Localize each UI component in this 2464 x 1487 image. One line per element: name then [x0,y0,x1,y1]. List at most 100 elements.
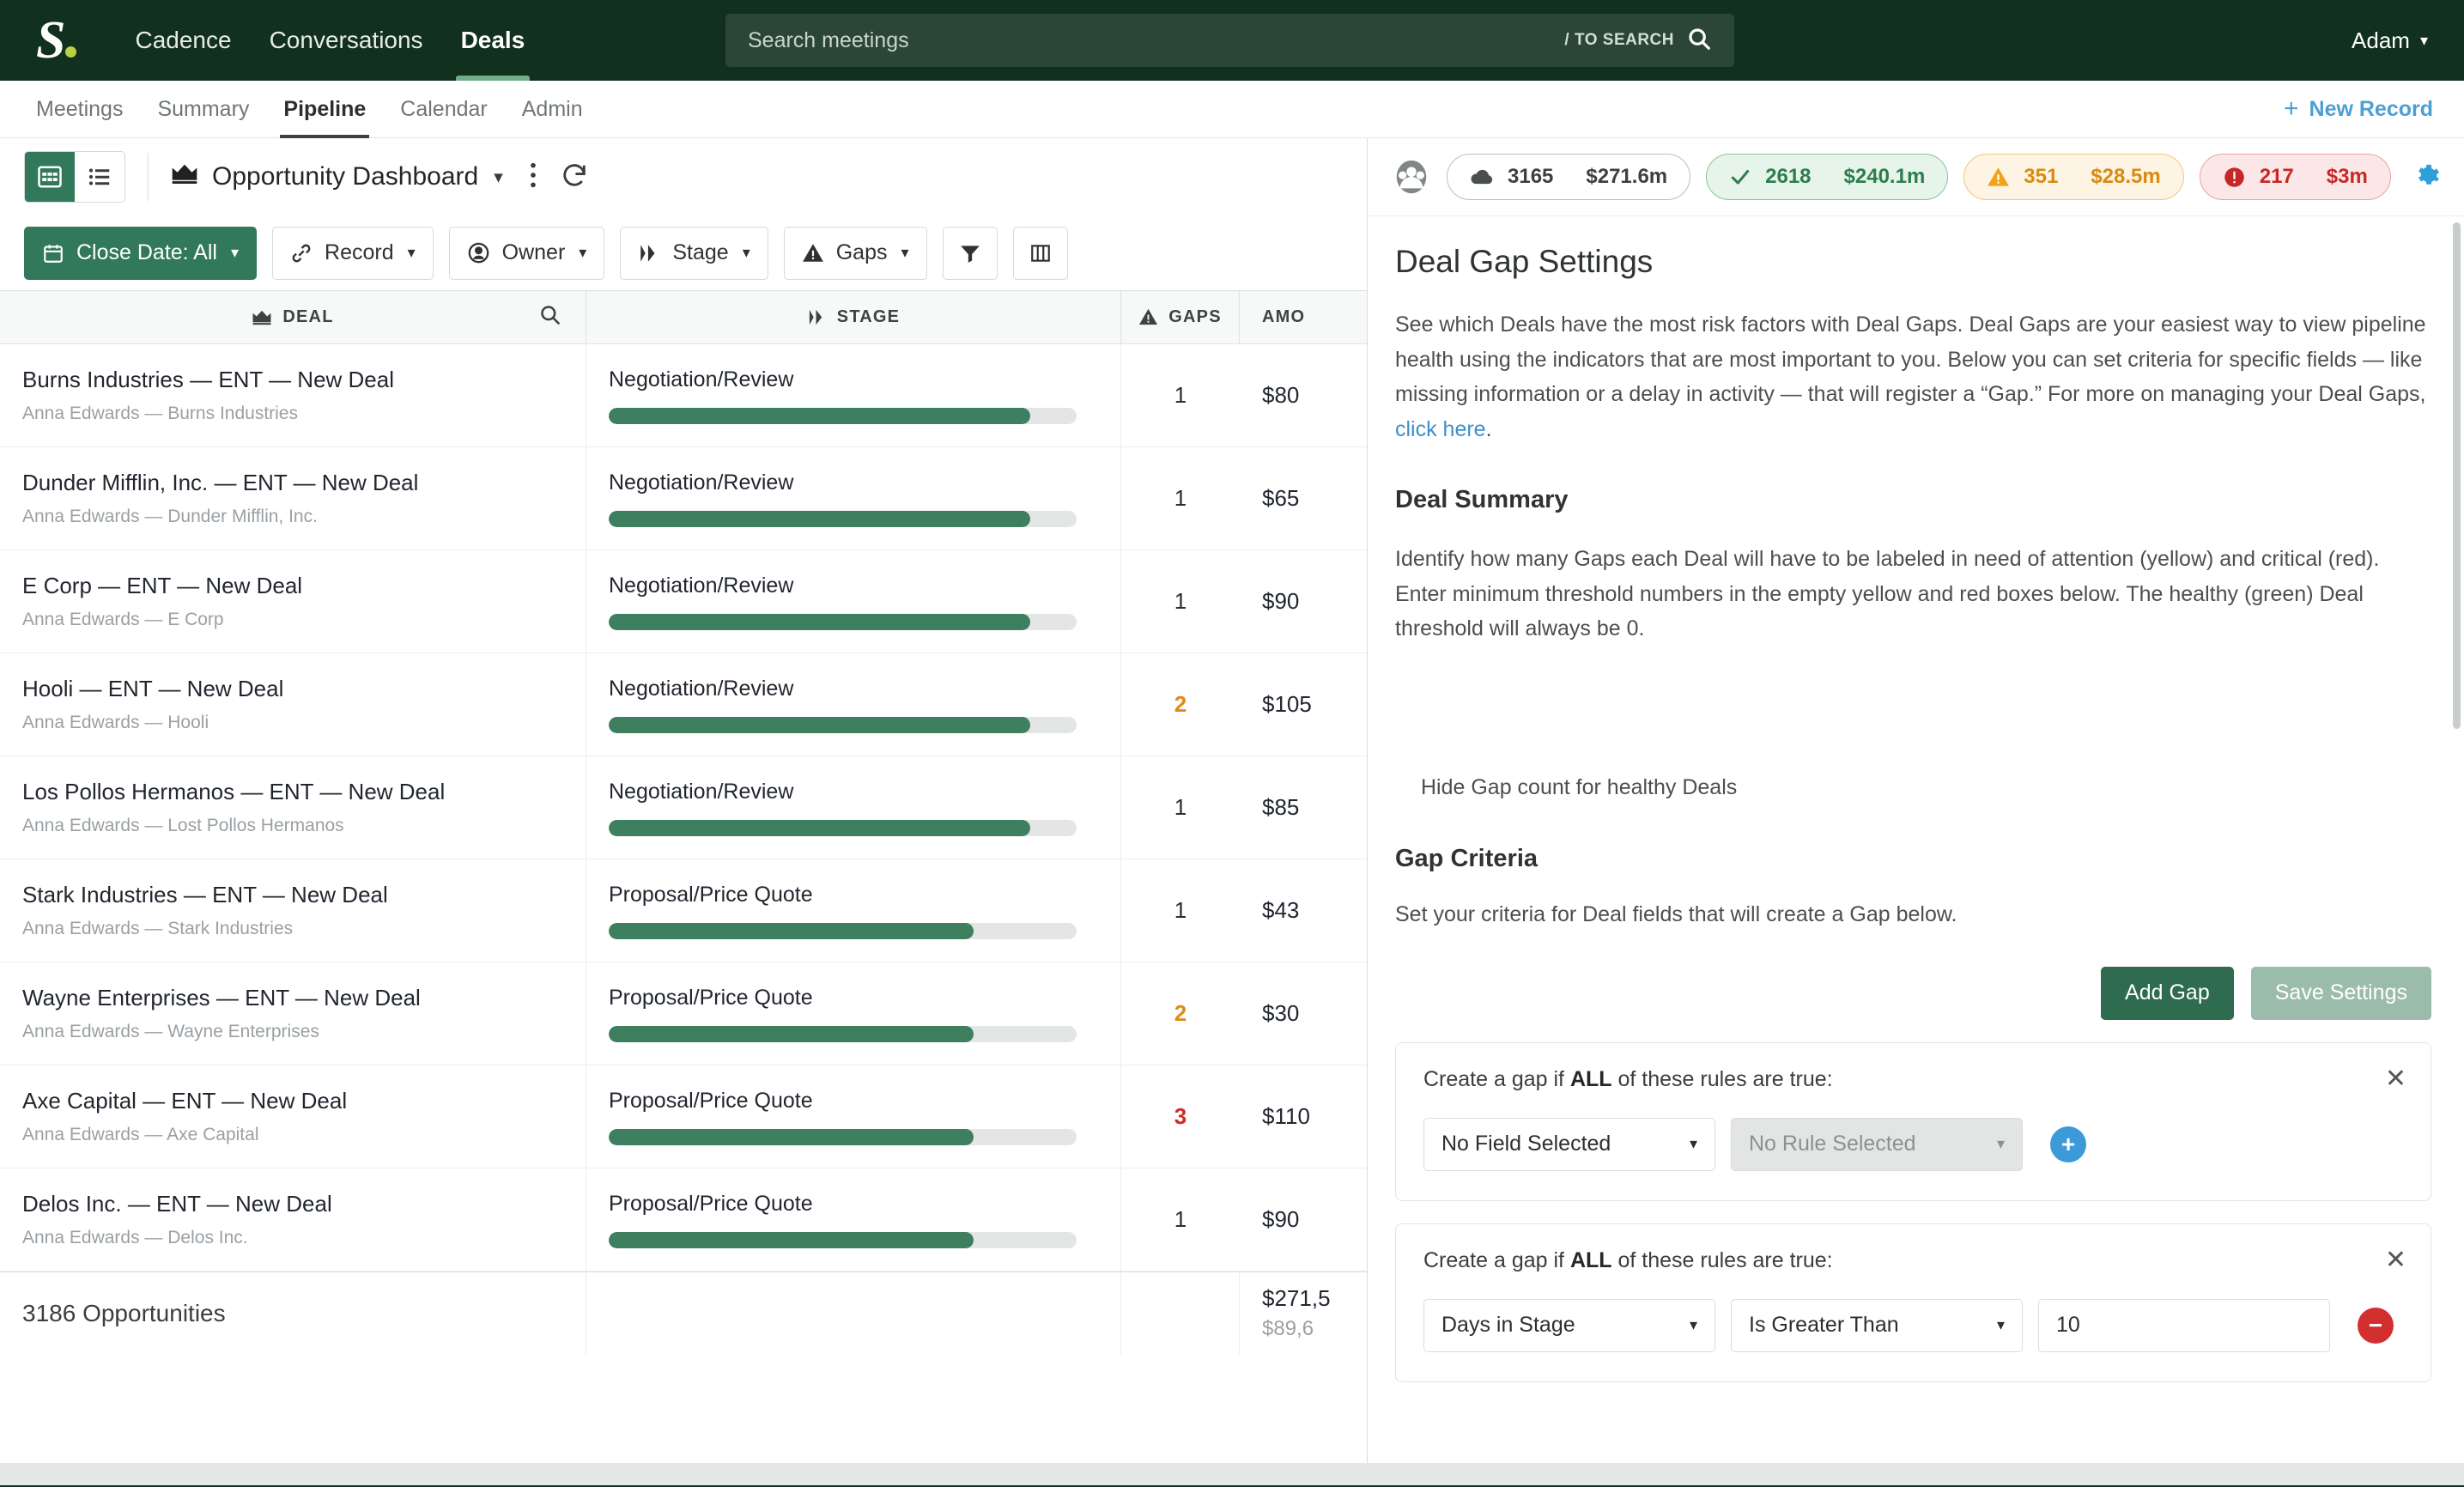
table-row[interactable]: Axe Capital — ENT — New Deal Anna Edwards… [0,1065,1367,1168]
chevron-down-icon: ▾ [1996,1316,2005,1333]
panel-scrollbar[interactable] [2453,222,2461,729]
cell-deal[interactable]: Hooli — ENT — New Deal Anna Edwards — Hoo… [0,653,586,756]
chevron-down-icon: ▾ [494,167,503,187]
add-rule-icon[interactable]: + [2050,1126,2086,1162]
search-input[interactable]: Search meetings [748,28,1564,53]
deal-summary-body: Identify how many Gaps each Deal will ha… [1395,547,2380,640]
nav-link-deals[interactable]: Deals [442,0,544,81]
cell-deal[interactable]: Stark Industries — ENT — New Deal Anna Ed… [0,859,586,962]
stage-progress-bar [609,1231,1077,1248]
filter-stage[interactable]: Stage ▾ [620,226,768,280]
deal-summary-heading: Deal Summary [1395,486,1569,513]
app-logo[interactable]: S [36,10,77,70]
column-header-stage-label: STAGE [836,307,901,326]
hide-gap-count-label[interactable]: Hide Gap count for healthy Deals [1395,775,2431,800]
stage-label: Negotiation/Review [609,573,794,598]
nav-link-cadence[interactable]: Cadence [116,0,250,81]
deal-name: Delos Inc. — ENT — New Deal [22,1191,332,1217]
filter-close-date[interactable]: Close Date: All ▾ [24,226,258,280]
pipeline-stats-bar: 3165 $271.6m 2618 $240.1m 351 $28.5m 217… [1368,138,2464,215]
subnav-item-calendar[interactable]: Calendar [383,81,504,138]
gap-card-title: Create a gap if ALL of these rules are t… [1423,1067,2403,1092]
cell-deal[interactable]: E Corp — ENT — New Deal Anna Edwards — E … [0,550,586,652]
chevron-down-icon: ▾ [1689,1316,1697,1333]
alert-circle-icon [2223,166,2246,189]
gap-card-title-after: of these rules are true: [1611,1247,1833,1272]
column-header-amount[interactable]: AMO [1240,291,1367,344]
table-row[interactable]: Burns Industries — ENT — New Deal Anna Ed… [0,344,1367,447]
filter-stage-label: Stage [672,240,729,264]
toolbar-divider [148,153,149,201]
filter-button[interactable] [942,226,998,280]
chevron-down-icon: ▾ [2419,31,2428,49]
table-row[interactable]: Los Pollos Hermanos — ENT — New Deal Anna… [0,756,1367,859]
close-icon[interactable]: ✕ [2385,1064,2406,1094]
deal-subtitle: Anna Edwards — Lost Pollos Hermanos [22,815,344,835]
stage-progress-bar [609,716,1077,733]
column-header-stage[interactable]: STAGE [586,291,1121,344]
bottom-grey-strip [0,1463,2464,1485]
search-icon[interactable] [538,303,561,331]
click-here-link[interactable]: click here [1395,417,1486,441]
columns-icon [1029,242,1052,264]
field-select[interactable]: No Field Selected ▾ [1423,1117,1715,1171]
rule-value-input[interactable]: 10 [2038,1298,2330,1352]
more-options-icon[interactable] [529,161,537,194]
table-row[interactable]: Dunder Mifflin, Inc. — ENT — New Deal Ann… [0,447,1367,550]
column-header-gaps[interactable]: GAPS [1121,291,1240,344]
rule-select[interactable]: Is Greater Than ▾ [1731,1298,2023,1352]
search-icon [1686,26,1712,56]
list-view-icon[interactable] [75,152,124,202]
stat-pill-attention[interactable]: 351 $28.5m [1963,154,2184,200]
subnav-item-admin[interactable]: Admin [505,81,600,138]
nav-link-conversations[interactable]: Conversations [251,0,442,81]
cell-gaps: 2 [1174,1000,1187,1026]
cell-deal[interactable]: Dunder Mifflin, Inc. — ENT — New Deal Ann… [0,447,586,549]
table-row[interactable]: Hooli — ENT — New Deal Anna Edwards — Hoo… [0,653,1367,756]
stage-label: Negotiation/Review [609,367,794,391]
cell-amount: $105 [1262,691,1312,717]
subnav-item-summary[interactable]: Summary [140,81,266,138]
people-icon[interactable] [1392,157,1431,197]
new-record-button[interactable]: + New Record [2284,94,2433,124]
filter-gaps[interactable]: Gaps ▾ [783,226,927,280]
deal-name: Axe Capital — ENT — New Deal [22,1088,348,1114]
deal-subtitle: Anna Edwards — Stark Industries [22,918,294,938]
close-icon[interactable]: ✕ [2385,1245,2406,1275]
gear-icon[interactable] [2413,162,2443,191]
refresh-icon[interactable] [560,161,589,194]
field-select[interactable]: Days in Stage ▾ [1423,1298,1715,1352]
table-row[interactable]: Wayne Enterprises — ENT — New Deal Anna E… [0,962,1367,1065]
global-search-bar[interactable]: Search meetings / TO SEARCH [725,14,1734,67]
cell-deal[interactable]: Delos Inc. — ENT — New Deal Anna Edwards … [0,1168,586,1271]
filter-record[interactable]: Record ▾ [272,226,434,280]
table-row[interactable]: E Corp — ENT — New Deal Anna Edwards — E … [0,550,1367,653]
grid-view-icon[interactable] [25,152,75,202]
chevron-down-icon: ▾ [901,244,909,261]
gap-card-title-before: Create a gap if [1423,1066,1570,1091]
column-header-deal[interactable]: DEAL [0,291,586,344]
table-row[interactable]: Stark Industries — ENT — New Deal Anna Ed… [0,859,1367,962]
stat-pill-critical[interactable]: 217 $3m [2199,154,2391,200]
filter-owner[interactable]: Owner ▾ [448,226,605,280]
cell-deal[interactable]: Axe Capital — ENT — New Deal Anna Edwards… [0,1065,586,1168]
filter-owner-label: Owner [501,240,566,264]
cell-deal[interactable]: Wayne Enterprises — ENT — New Deal Anna E… [0,962,586,1065]
cell-deal[interactable]: Burns Industries — ENT — New Deal Anna Ed… [0,344,586,446]
rule-select[interactable]: No Rule Selected ▾ [1731,1117,2023,1171]
save-settings-button[interactable]: Save Settings [2250,966,2431,1020]
add-gap-button[interactable]: Add Gap [2101,966,2234,1020]
subnav-item-pipeline[interactable]: Pipeline [266,81,383,138]
chevron-down-icon: ▾ [230,244,240,261]
user-menu[interactable]: Adam ▾ [2352,27,2428,54]
cell-stage: Proposal/Price Quote [586,1065,1121,1168]
table-row[interactable]: Delos Inc. — ENT — New Deal Anna Edwards … [0,1168,1367,1272]
logo-letter: S [36,10,66,70]
stat-pill-total[interactable]: 3165 $271.6m [1447,154,1691,200]
subnav-item-meetings[interactable]: Meetings [19,81,140,138]
stat-pill-healthy[interactable]: 2618 $240.1m [1706,154,1949,200]
dashboard-title-selector[interactable]: Opportunity Dashboard ▾ [171,162,503,191]
cell-deal[interactable]: Los Pollos Hermanos — ENT — New Deal Anna… [0,756,586,859]
columns-button[interactable] [1012,226,1068,280]
remove-rule-icon[interactable]: − [2358,1307,2394,1344]
